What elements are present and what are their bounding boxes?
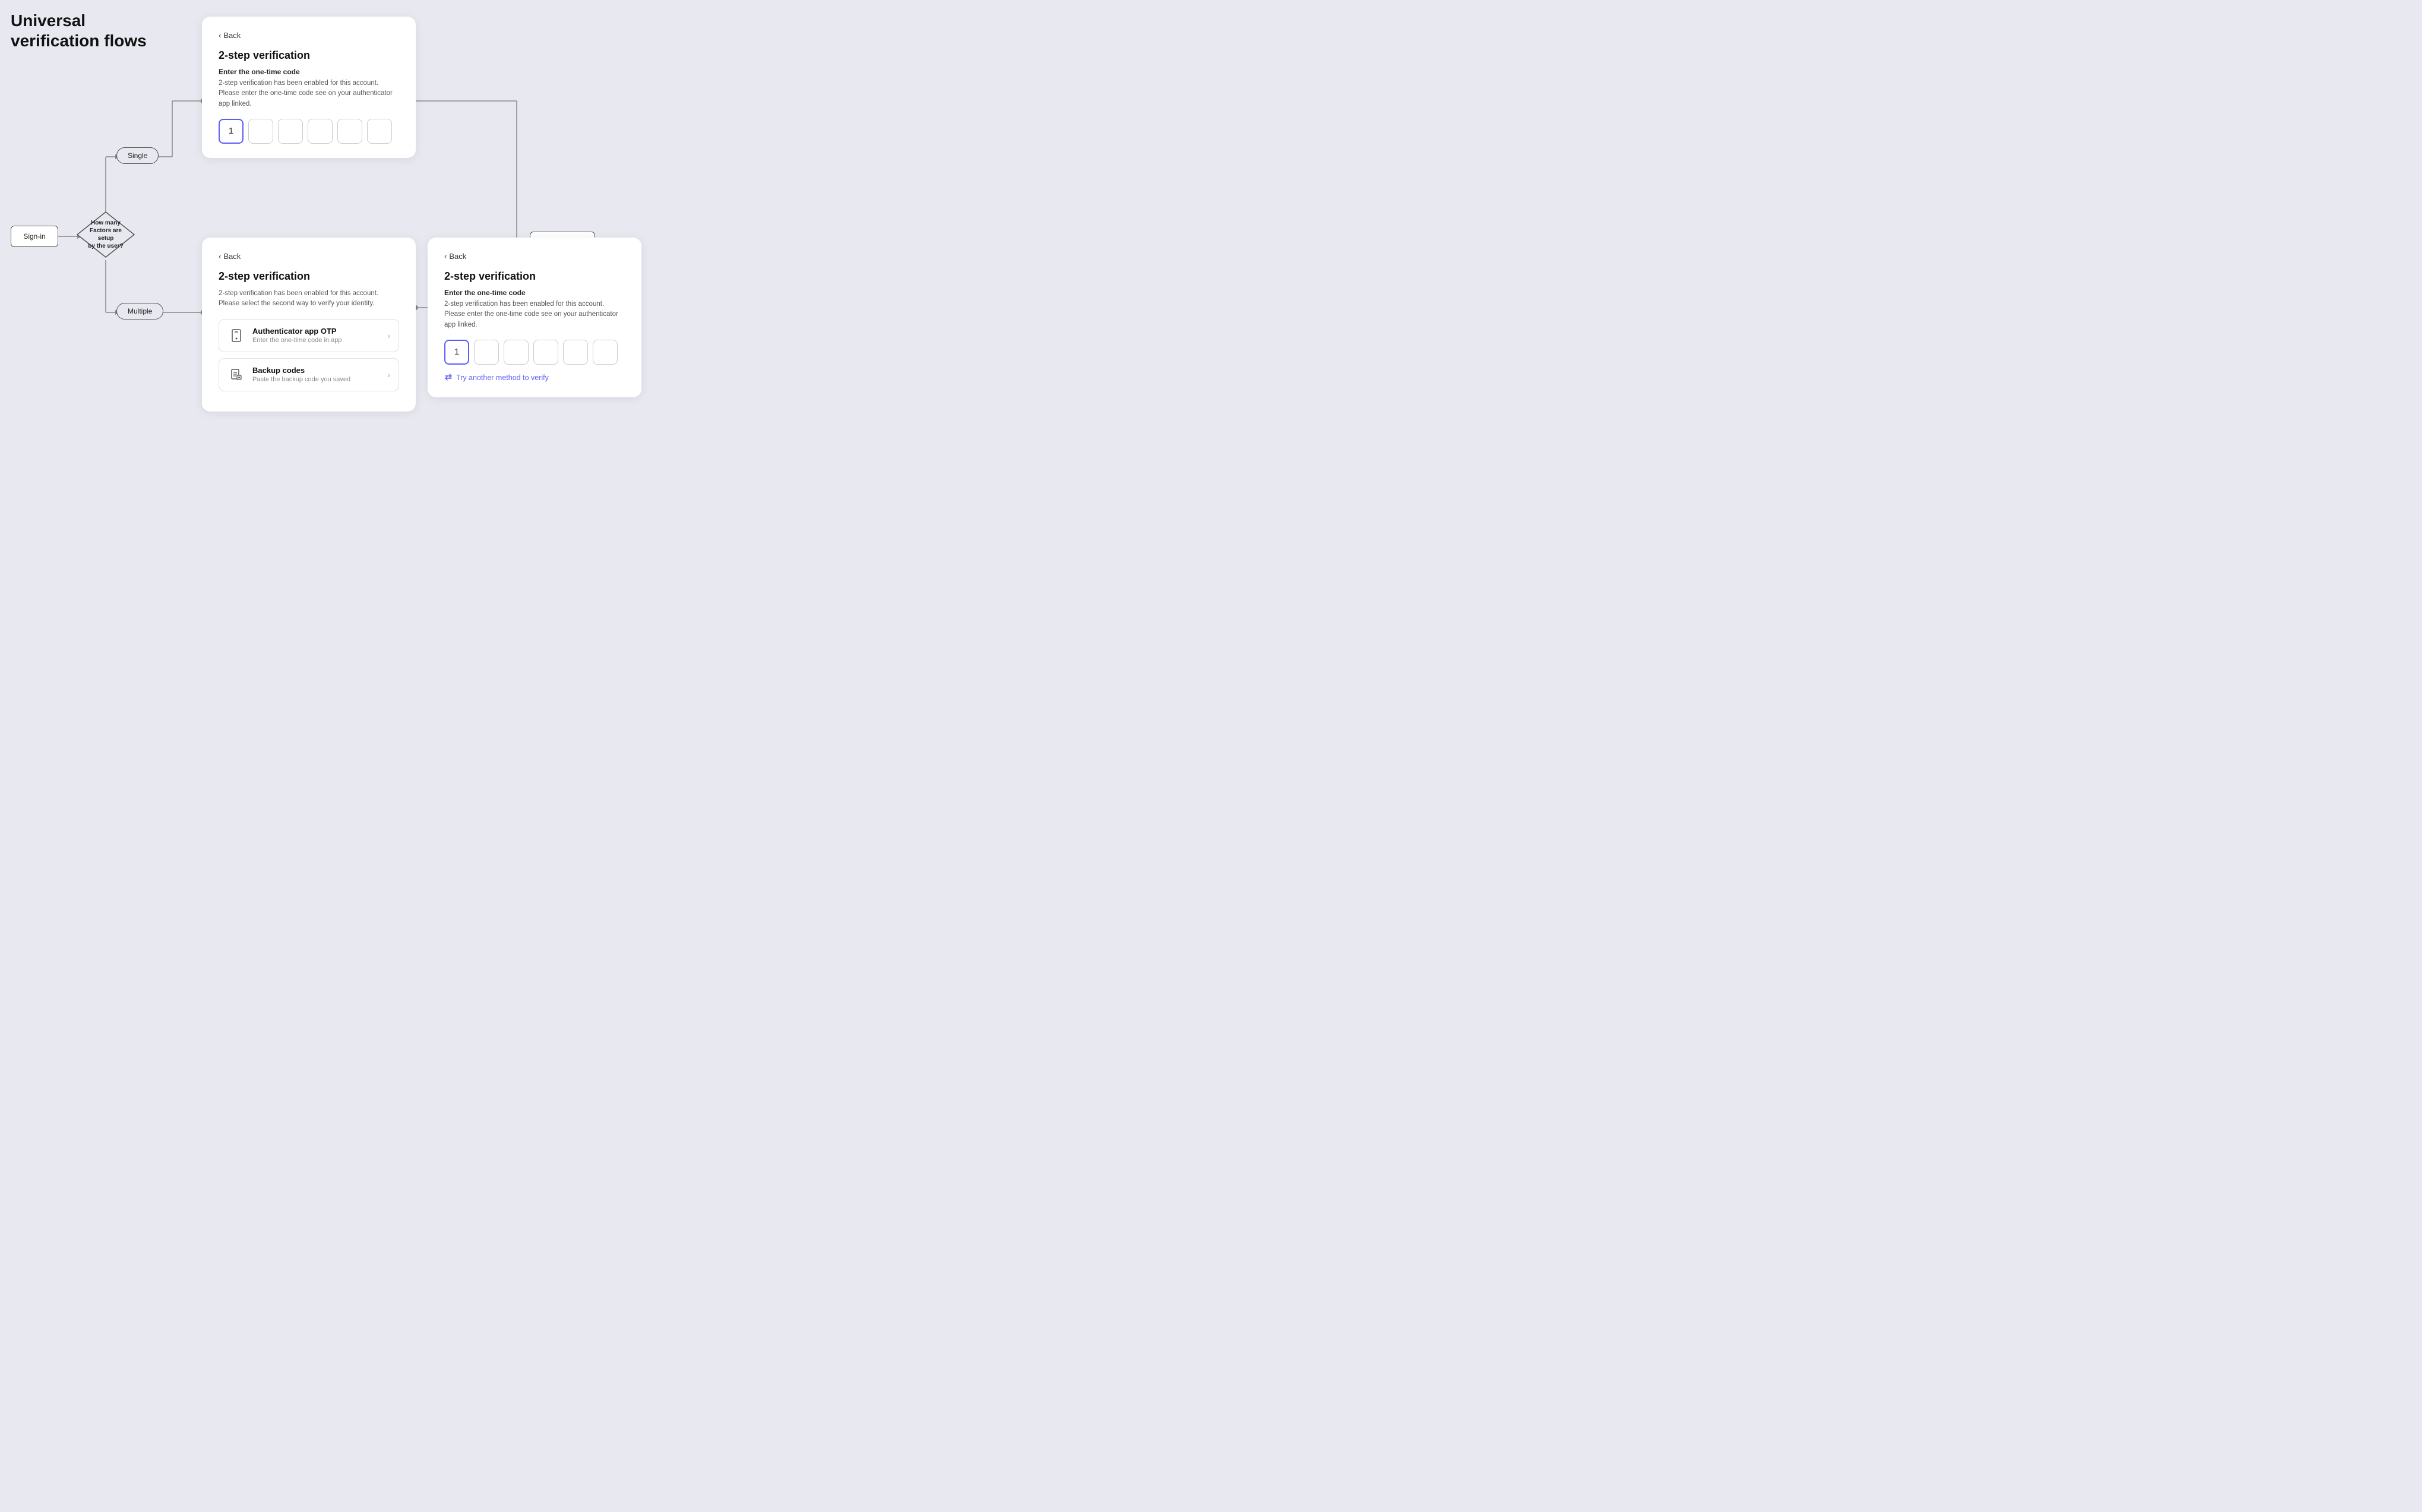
card-top-title: 2-step verification (219, 49, 399, 62)
multiple-oval: Multiple (116, 303, 163, 320)
method-backup-desc: Paste the backup code you saved (252, 376, 387, 383)
card-br-description: 2-step verification has been enabled for… (444, 299, 625, 330)
chevron-right-icon-backup: › (387, 370, 390, 379)
method-backup-codes[interactable]: Backup codes Paste the backup code you s… (219, 358, 399, 391)
method-authenticator-text: Authenticator app OTP Enter the one-time… (252, 327, 387, 344)
method-backup-label: Backup codes (252, 366, 387, 375)
otp-br-box-3[interactable] (504, 340, 529, 365)
single-oval: Single (116, 147, 159, 164)
back-button-bottom-left[interactable]: ‹ Back (219, 252, 399, 261)
card-multiple-otp: ‹ Back 2-step verification Enter the one… (428, 238, 641, 397)
signin-box: Sign-in (11, 226, 58, 247)
otp-br-box-4[interactable] (533, 340, 558, 365)
otp-box-3[interactable] (278, 119, 303, 144)
otp-box-4[interactable] (308, 119, 333, 144)
otp-box-1[interactable]: 1 (219, 119, 244, 144)
chevron-left-icon-br: ‹ (444, 252, 447, 261)
switch-icon (444, 373, 453, 383)
chevron-right-icon-auth: › (387, 331, 390, 340)
otp-box-2[interactable] (248, 119, 273, 144)
otp-br-box-2[interactable] (474, 340, 499, 365)
otp-box-6[interactable] (367, 119, 392, 144)
back-button-bottom-right[interactable]: ‹ Back (444, 252, 625, 261)
chevron-left-icon: ‹ (219, 31, 221, 40)
otp-br-box-1[interactable]: 1 (444, 340, 469, 365)
chevron-left-icon-bl: ‹ (219, 252, 221, 261)
method-authenticator-otp[interactable]: Authenticator app OTP Enter the one-time… (219, 319, 399, 352)
otp-input-row-top: 1 (219, 119, 399, 144)
otp-box-5[interactable] (337, 119, 362, 144)
method-authenticator-desc: Enter the one-time code in app (252, 337, 387, 344)
card-br-title: 2-step verification (444, 270, 625, 283)
try-another-label: Try another method to verify (456, 374, 549, 382)
card-bl-title: 2-step verification (219, 270, 399, 283)
backup-codes-icon (227, 366, 245, 384)
back-button-top[interactable]: ‹ Back (219, 31, 399, 40)
otp-input-row-br: 1 (444, 340, 625, 365)
otp-br-box-6[interactable] (593, 340, 618, 365)
otp-br-box-5[interactable] (563, 340, 588, 365)
decision-diamond: How many Factors are setup by the user? (76, 211, 135, 258)
card-bl-description: 2-step verification has been enabled for… (219, 289, 399, 309)
card-br-subtitle: Enter the one-time code (444, 289, 625, 297)
card-single-otp: ‹ Back 2-step verification Enter the one… (202, 17, 416, 158)
method-backup-text: Backup codes Paste the backup code you s… (252, 366, 387, 383)
page-title: Universal verification flows (11, 11, 147, 50)
authenticator-icon (227, 327, 245, 344)
card-top-subtitle: Enter the one-time code (219, 68, 399, 76)
diamond-label: How many Factors are setup by the user? (82, 219, 129, 250)
card-top-description: 2-step verification has been enabled for… (219, 78, 399, 109)
try-another-method-link[interactable]: Try another method to verify (444, 373, 625, 383)
card-multiple-select: ‹ Back 2-step verification 2-step verifi… (202, 238, 416, 412)
method-authenticator-label: Authenticator app OTP (252, 327, 387, 336)
